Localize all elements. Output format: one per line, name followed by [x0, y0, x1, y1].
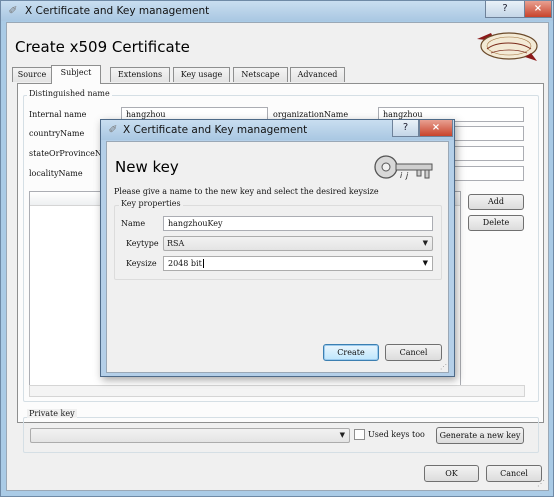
app-icon: ✐: [8, 4, 18, 17]
tab-key-usage[interactable]: Key usage: [173, 67, 230, 82]
chevron-down-icon: ▼: [339, 431, 345, 439]
dialog-cancel-button[interactable]: Cancel: [385, 344, 442, 361]
horizontal-scrollbar[interactable]: [29, 385, 525, 397]
dialog-client-area: New key i j Please give a name to the ne…: [106, 141, 449, 373]
new-key-dialog: ✐ X Certificate and Key management ? × N…: [100, 119, 455, 377]
tab-advanced[interactable]: Advanced: [290, 67, 345, 82]
country-name-label: countryName: [29, 129, 85, 138]
key-properties-title: Key properties: [119, 199, 183, 208]
keysize-combo-input[interactable]: 2048 bit ▼: [163, 256, 433, 271]
resize-grip-icon[interactable]: ⋰: [537, 479, 547, 489]
create-button[interactable]: Create: [323, 344, 379, 361]
dialog-close-button[interactable]: ×: [419, 120, 453, 137]
used-keys-label: Used keys too: [368, 430, 425, 439]
key-name-input[interactable]: hangzhouKey: [163, 216, 433, 231]
main-titlebar: ✐ X Certificate and Key management ? ×: [1, 1, 553, 21]
distinguished-name-title: Distinguished name: [27, 89, 112, 98]
dialog-heading: New key: [115, 158, 179, 176]
dialog-title: X Certificate and Key management: [123, 124, 308, 136]
generate-new-key-button[interactable]: Generate a new key: [436, 427, 524, 444]
dialog-titlebar: ✐ X Certificate and Key management ? ×: [101, 120, 454, 140]
dialog-help-button[interactable]: ?: [392, 120, 419, 137]
cancel-button[interactable]: Cancel: [486, 465, 542, 482]
add-button[interactable]: Add: [468, 194, 524, 210]
internal-name-label: Internal name: [29, 110, 87, 119]
text-cursor: [202, 259, 204, 268]
dialog-instruction: Please give a name to the new key and se…: [114, 187, 379, 196]
tab-source[interactable]: Source: [12, 67, 52, 82]
svg-text:j: j: [405, 171, 409, 180]
tab-netscape[interactable]: Netscape: [233, 67, 288, 82]
page-title: Create x509 Certificate: [15, 38, 190, 56]
keysize-value: 2048 bit: [168, 259, 202, 268]
ok-button[interactable]: OK: [424, 465, 479, 482]
chevron-down-icon[interactable]: ▼: [423, 257, 428, 270]
dialog-resize-grip-icon[interactable]: ⋰: [440, 363, 448, 371]
app-logo: [471, 29, 541, 63]
help-button[interactable]: ?: [485, 1, 525, 18]
organization-name-label: organizationName: [273, 110, 349, 119]
used-keys-checkbox[interactable]: [354, 429, 365, 440]
delete-button[interactable]: Delete: [468, 215, 524, 231]
close-button[interactable]: ×: [524, 1, 552, 18]
tab-extensions[interactable]: Extensions: [110, 67, 170, 82]
keytype-select[interactable]: RSA ▼: [163, 236, 433, 251]
keytype-value: RSA: [167, 239, 185, 248]
name-label: Name: [121, 219, 146, 228]
private-key-title: Private key: [27, 409, 77, 418]
chevron-down-icon: ▼: [422, 239, 428, 247]
private-key-select[interactable]: ▼: [30, 428, 350, 443]
locality-label: localityName: [29, 169, 83, 178]
keytype-label: Keytype: [126, 239, 159, 248]
dialog-app-icon: ✐: [108, 123, 118, 136]
svg-text:i: i: [400, 171, 403, 180]
main-window-title: X Certificate and Key management: [25, 5, 210, 17]
tab-subject[interactable]: Subject: [51, 65, 101, 84]
key-icon: i j: [373, 152, 437, 182]
keysize-label: Keysize: [126, 259, 157, 268]
